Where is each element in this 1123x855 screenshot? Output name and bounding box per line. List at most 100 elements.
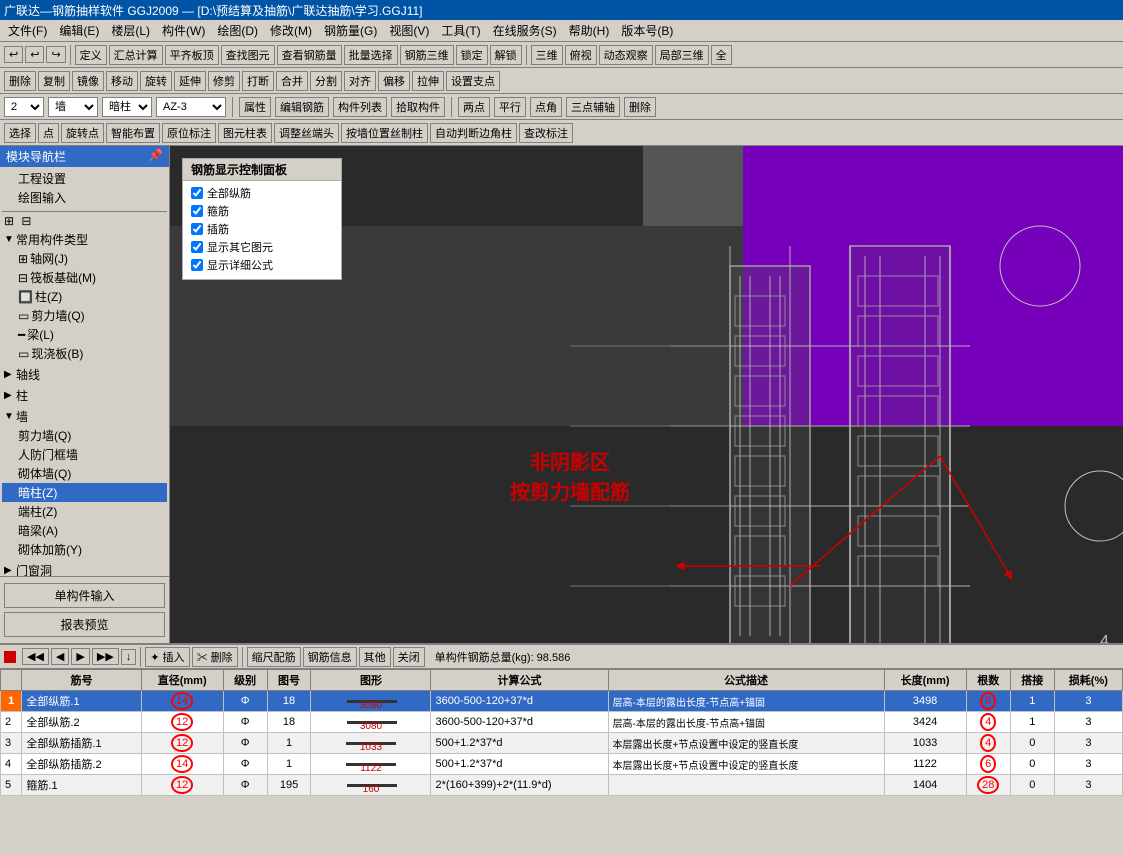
btn-undo2[interactable]: ↩ — [25, 46, 44, 63]
chk-all-rebar[interactable] — [191, 187, 203, 199]
menu-file[interactable]: 文件(F) — [2, 20, 53, 41]
btn-close[interactable]: 关闭 — [393, 647, 425, 667]
btn-rebar-3d[interactable]: 钢筋三维 — [400, 45, 454, 65]
nav-icon2[interactable]: ⊟ — [19, 212, 33, 230]
sidebar-wall-dark-beam[interactable]: 暗梁(A) — [2, 521, 167, 540]
btn-define[interactable]: 定义 — [75, 45, 107, 65]
btn-pick-component[interactable]: 拾取构件 — [391, 97, 445, 117]
menu-modify[interactable]: 修改(M) — [264, 20, 318, 41]
btn-select[interactable]: 选择 — [4, 123, 36, 143]
sidebar-shear-wall[interactable]: ▭ 剪力墙(Q) — [2, 306, 167, 325]
btn-point[interactable]: 点 — [38, 123, 59, 143]
btn-top-view[interactable]: 俯视 — [565, 45, 597, 65]
btn-stretch[interactable]: 拉伸 — [412, 71, 444, 91]
menu-draw[interactable]: 绘图(D) — [211, 20, 264, 41]
btn-inplace-anno[interactable]: 原位标注 — [162, 123, 216, 143]
menu-rebar[interactable]: 钢筋量(G) — [318, 20, 383, 41]
btn-del-axis[interactable]: 删除 — [624, 97, 656, 117]
btn-adjust-end[interactable]: 调整丝端头 — [274, 123, 339, 143]
col-type-select[interactable]: 暗柱 — [102, 97, 152, 117]
viewport[interactable]: 4 Z X Y — [170, 146, 1123, 643]
sidebar-wall-title[interactable]: ▼ 墙 — [2, 407, 167, 426]
sidebar-pin-icon[interactable]: 📌 — [148, 148, 163, 165]
btn-trim[interactable]: 修剪 — [208, 71, 240, 91]
btn-two-point[interactable]: 两点 — [458, 97, 490, 117]
btn-extend[interactable]: 延伸 — [174, 71, 206, 91]
btn-merge[interactable]: 合并 — [276, 71, 308, 91]
sidebar-raft[interactable]: ⊟ 筏板基础(M) — [2, 268, 167, 287]
menu-edit[interactable]: 编辑(E) — [53, 20, 105, 41]
btn-smart-layout[interactable]: 智能布置 — [106, 123, 160, 143]
btn-rotate[interactable]: 旋转 — [140, 71, 172, 91]
sidebar-door-title[interactable]: ▶ 门窗洞 — [2, 561, 167, 576]
table-row[interactable]: 2全部纵筋.212Φ1830803600-500-120+37*d层高-本层的露… — [1, 712, 1123, 733]
btn-align[interactable]: 对齐 — [344, 71, 376, 91]
sidebar-wall-civil-defense[interactable]: 人防门框墙 — [2, 445, 167, 464]
btn-last[interactable]: ▶▶ — [92, 648, 119, 665]
btn-properties[interactable]: 属性 — [239, 97, 271, 117]
sidebar-beam[interactable]: ━ 梁(L) — [2, 325, 167, 344]
btn-calc[interactable]: 汇总计算 — [109, 45, 163, 65]
btn-3d[interactable]: 三维 — [531, 45, 563, 65]
btn-report-preview[interactable]: 报表预览 — [4, 612, 165, 637]
btn-split[interactable]: 分割 — [310, 71, 342, 91]
btn-delete[interactable]: 删除 — [4, 71, 36, 91]
sidebar-axis-title[interactable]: ▶ 轴线 — [2, 365, 167, 384]
table-row[interactable]: 3全部纵筋插筋.112Φ11033500+1.2*37*d本层露出长度+节点设置… — [1, 733, 1123, 754]
btn-copy[interactable]: 复制 — [38, 71, 70, 91]
sidebar-wall-shear[interactable]: 剪力墙(Q) — [2, 426, 167, 445]
sidebar-eng-settings[interactable]: 工程设置 — [2, 169, 167, 188]
btn-dynamic[interactable]: 动态观察 — [599, 45, 653, 65]
chk-insert[interactable] — [191, 223, 203, 235]
menu-component[interactable]: 构件(W) — [156, 20, 211, 41]
btn-align-top[interactable]: 平齐板顶 — [165, 45, 219, 65]
btn-undo[interactable]: ↩ — [4, 46, 23, 63]
sidebar-draw-input[interactable]: 绘图输入 — [2, 188, 167, 207]
sidebar-slab[interactable]: ▭ 现浇板(B) — [2, 344, 167, 363]
btn-move[interactable]: 移动 — [106, 71, 138, 91]
btn-parallel[interactable]: 平行 — [494, 97, 526, 117]
btn-col-table[interactable]: 图元柱表 — [218, 123, 272, 143]
menu-online[interactable]: 在线服务(S) — [487, 20, 563, 41]
wall-type-select[interactable]: 墙 — [48, 97, 98, 117]
btn-down[interactable]: ↓ — [121, 649, 137, 665]
btn-break[interactable]: 打断 — [242, 71, 274, 91]
btn-other[interactable]: 其他 — [359, 647, 391, 667]
nav-icon1[interactable]: ⊞ — [2, 212, 16, 230]
sidebar-column[interactable]: 🔲 柱(Z) — [2, 287, 167, 306]
btn-scale-rebar[interactable]: 缩尺配筋 — [247, 647, 301, 667]
btn-single-component[interactable]: 单构件输入 — [4, 583, 165, 608]
btn-redo[interactable]: ↪ — [46, 46, 65, 63]
btn-unlock[interactable]: 解锁 — [490, 45, 522, 65]
sidebar-wall-masonry-rebar[interactable]: 砌体加筋(Y) — [2, 540, 167, 559]
btn-set-point[interactable]: 设置支点 — [446, 71, 500, 91]
btn-mirror[interactable]: 镜像 — [72, 71, 104, 91]
menu-help[interactable]: 帮助(H) — [563, 20, 616, 41]
btn-auto-judge[interactable]: 自动判断边角柱 — [430, 123, 517, 143]
btn-delete-row[interactable]: ✂ 删除 — [192, 647, 238, 667]
btn-rebar-info[interactable]: 钢筋信息 — [303, 647, 357, 667]
sidebar-common-title[interactable]: ▼ 常用构件类型 — [2, 230, 167, 249]
sidebar-col-sec-title[interactable]: ▶ 柱 — [2, 386, 167, 405]
menu-tools[interactable]: 工具(T) — [435, 20, 486, 41]
sidebar-wall-masonry[interactable]: 砌体墙(Q) — [2, 464, 167, 483]
chk-formula[interactable] — [191, 259, 203, 271]
table-row[interactable]: 1全部纵筋.114Φ1830803600-500-120+37*d层高-本层的露… — [1, 691, 1123, 712]
sidebar-wall-dark-col[interactable]: 暗柱(Z) — [2, 483, 167, 502]
btn-wall-col[interactable]: 按墙位置丝制柱 — [341, 123, 428, 143]
chk-other[interactable] — [191, 241, 203, 253]
menu-floor[interactable]: 楼层(L) — [105, 20, 156, 41]
sidebar-wall-end-col[interactable]: 端柱(Z) — [2, 502, 167, 521]
btn-lock[interactable]: 锁定 — [456, 45, 488, 65]
btn-three-point[interactable]: 三点辅轴 — [566, 97, 620, 117]
btn-batch-select[interactable]: 批量选择 — [344, 45, 398, 65]
btn-local-3d[interactable]: 局部三维 — [655, 45, 709, 65]
btn-point-angle[interactable]: 点角 — [530, 97, 562, 117]
btn-view-rebar[interactable]: 查看钢筋量 — [277, 45, 342, 65]
btn-offset[interactable]: 偏移 — [378, 71, 410, 91]
table-row[interactable]: 5箍筋.112Φ1951602*(160+399)+2*(11.9*d)1404… — [1, 775, 1123, 796]
btn-prev[interactable]: ◀ — [51, 648, 69, 665]
btn-check-anno[interactable]: 查改标注 — [519, 123, 573, 143]
btn-component-list[interactable]: 构件列表 — [333, 97, 387, 117]
btn-full[interactable]: 全 — [711, 45, 732, 65]
